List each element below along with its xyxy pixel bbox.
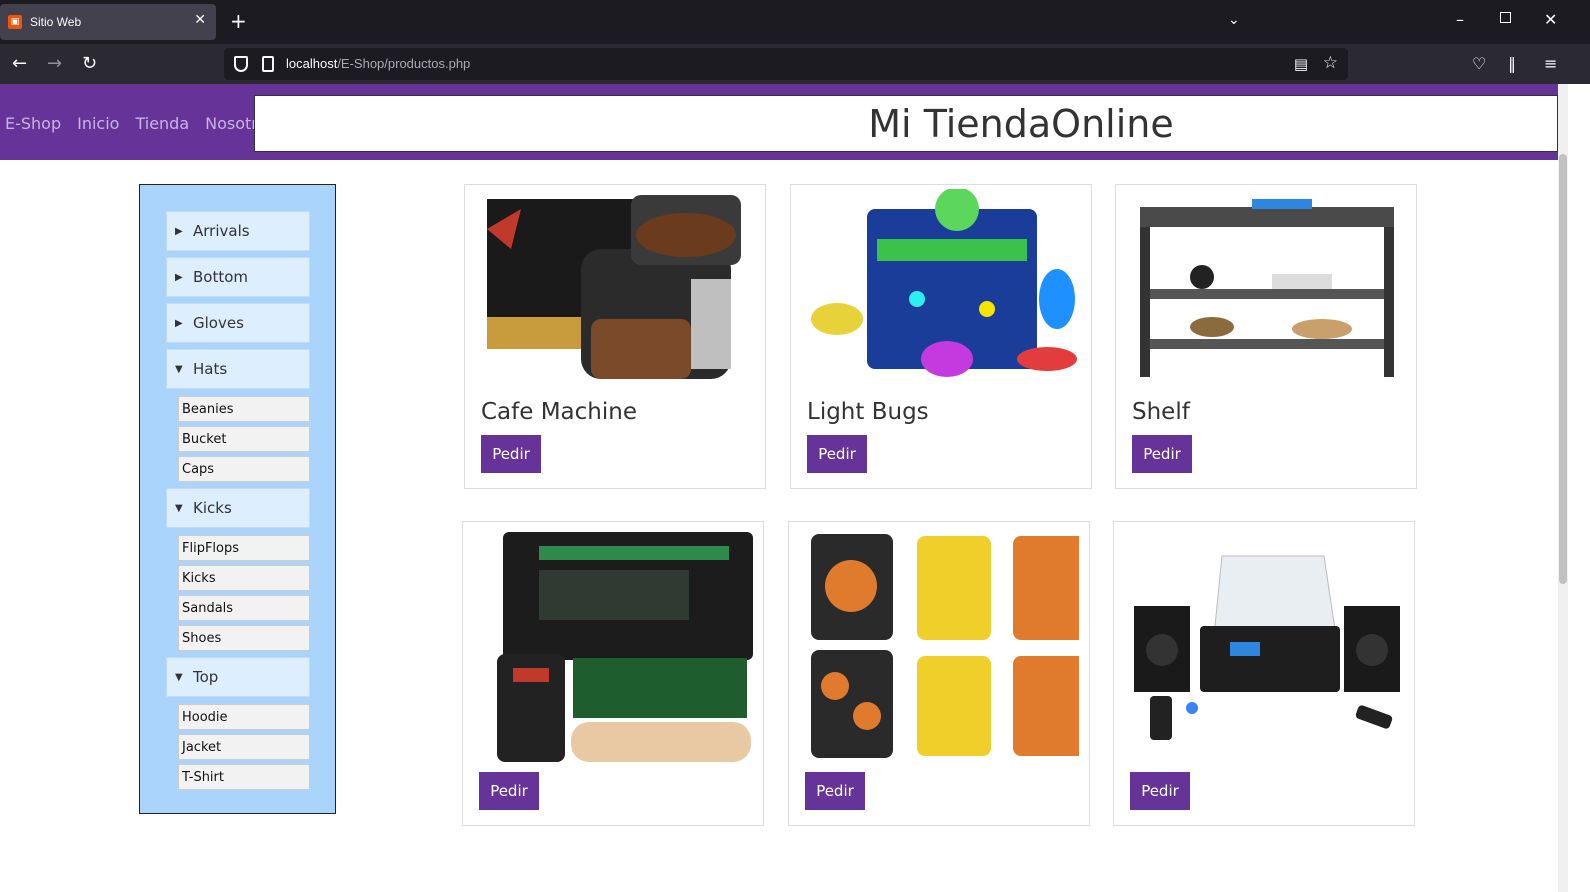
shield-icon[interactable]	[234, 56, 248, 72]
pocket-icon[interactable]: ♡	[1472, 54, 1486, 73]
subcategory-beanies[interactable]: Beanies	[178, 396, 310, 422]
product-name: Light Bugs	[807, 399, 929, 425]
product-name: Shelf	[1132, 399, 1190, 425]
category-bottom[interactable]: ▶ Bottom	[166, 257, 310, 297]
address-bar[interactable]: localhost/E-Shop/productos.php ▤ ☆	[224, 48, 1348, 80]
menu-icon[interactable]: ≡	[1544, 54, 1557, 73]
restore-icon[interactable]	[1500, 12, 1511, 23]
order-button[interactable]: Pedir	[479, 772, 539, 810]
browser-tab[interactable]: ▣ Sitio Web ✕	[0, 4, 216, 40]
category-gloves[interactable]: ▶ Gloves	[166, 303, 310, 343]
bookmark-star-icon[interactable]: ☆	[1323, 53, 1338, 73]
order-button[interactable]: Pedir	[805, 772, 865, 810]
product-card: Cafe Machine Pedir	[464, 184, 766, 489]
order-button[interactable]: Pedir	[1130, 772, 1190, 810]
back-arrow-icon[interactable]: ←	[12, 54, 27, 74]
site-nav: E-Shop Inicio Tienda Nosotros	[0, 94, 287, 152]
product-card: Pedir	[788, 521, 1090, 826]
browser-tab-bar: ▣ Sitio Web ✕ + ⌄ – ✕	[0, 0, 1590, 44]
nav-link-eshop[interactable]: E-Shop	[5, 114, 61, 133]
collapse-triangle-icon: ▼	[175, 363, 183, 375]
product-image	[1130, 526, 1404, 762]
product-image	[1132, 189, 1402, 385]
nav-link-tienda[interactable]: Tienda	[135, 114, 189, 133]
category-label: Hats	[193, 360, 228, 378]
close-tab-icon[interactable]: ✕	[194, 12, 206, 28]
order-button[interactable]: Pedir	[1132, 435, 1192, 473]
site-header: E-Shop Inicio Tienda Nosotros Mi TiendaO…	[0, 84, 1558, 160]
order-button[interactable]: Pedir	[807, 435, 867, 473]
expand-triangle-icon: ▶	[175, 271, 183, 283]
category-label: Gloves	[193, 314, 244, 332]
close-window-icon[interactable]: ✕	[1544, 10, 1557, 29]
library-icon[interactable]: ‖	[1508, 54, 1516, 73]
product-image	[479, 526, 753, 762]
product-card: Pedir	[1113, 521, 1415, 826]
title-box: Mi TiendaOnline	[254, 95, 1558, 152]
subcategory-bucket[interactable]: Bucket	[178, 426, 310, 452]
page-title: Mi TiendaOnline	[868, 102, 1174, 146]
browser-nav-bar: ← → ↻ localhost/E-Shop/productos.php ▤ ☆…	[0, 44, 1590, 84]
category-hats[interactable]: ▼ Hats	[166, 349, 310, 389]
category-kicks[interactable]: ▼ Kicks	[166, 488, 310, 528]
subcategory-sandals[interactable]: Sandals	[178, 595, 310, 621]
product-image	[481, 189, 751, 385]
subcategory-flipflops[interactable]: FlipFlops	[178, 535, 310, 561]
collapse-triangle-icon: ▼	[175, 671, 183, 683]
category-sidebar: ▶ Arrivals ▶ Bottom ▶ Gloves ▼ Hats Bean…	[139, 184, 336, 814]
product-card: Pedir	[462, 521, 764, 826]
order-button[interactable]: Pedir	[481, 435, 541, 473]
product-image	[807, 189, 1077, 385]
reload-icon[interactable]: ↻	[82, 54, 97, 74]
product-card: Shelf Pedir	[1115, 184, 1417, 489]
site-favicon-icon: ▣	[8, 15, 22, 29]
forward-arrow-icon[interactable]: →	[47, 54, 62, 74]
page-content: E-Shop Inicio Tienda Nosotros Mi TiendaO…	[0, 84, 1558, 892]
category-top[interactable]: ▼ Top	[166, 657, 310, 697]
expand-triangle-icon: ▶	[175, 225, 183, 237]
page-scrollbar[interactable]	[1558, 84, 1568, 892]
category-label: Kicks	[193, 499, 232, 517]
reader-view-icon[interactable]: ▤	[1294, 55, 1308, 73]
product-image	[805, 526, 1079, 762]
category-label: Bottom	[193, 268, 249, 286]
product-card: Light Bugs Pedir	[790, 184, 1092, 489]
subcategory-caps[interactable]: Caps	[178, 456, 310, 482]
subcategory-hoodie[interactable]: Hoodie	[178, 704, 310, 730]
category-label: Top	[193, 668, 219, 686]
new-tab-icon[interactable]: +	[230, 10, 247, 32]
product-name: Cafe Machine	[481, 399, 637, 425]
category-arrivals[interactable]: ▶ Arrivals	[166, 211, 310, 251]
chevron-down-icon[interactable]: ⌄	[1228, 12, 1240, 28]
window-edge	[1568, 84, 1590, 892]
collapse-triangle-icon: ▼	[175, 502, 183, 514]
category-label: Arrivals	[193, 222, 250, 240]
minimize-icon[interactable]: –	[1456, 10, 1464, 29]
scrollbar-thumb[interactable]	[1559, 154, 1567, 584]
expand-triangle-icon: ▶	[175, 317, 183, 329]
tab-title: Sitio Web	[30, 15, 82, 29]
subcategory-kicks[interactable]: Kicks	[178, 565, 310, 591]
url-text[interactable]: localhost/E-Shop/productos.php	[286, 56, 470, 71]
subcategory-jacket[interactable]: Jacket	[178, 734, 310, 760]
subcategory-tshirt[interactable]: T-Shirt	[178, 764, 310, 790]
nav-link-inicio[interactable]: Inicio	[77, 114, 119, 133]
subcategory-shoes[interactable]: Shoes	[178, 625, 310, 651]
page-info-icon[interactable]	[262, 56, 274, 72]
